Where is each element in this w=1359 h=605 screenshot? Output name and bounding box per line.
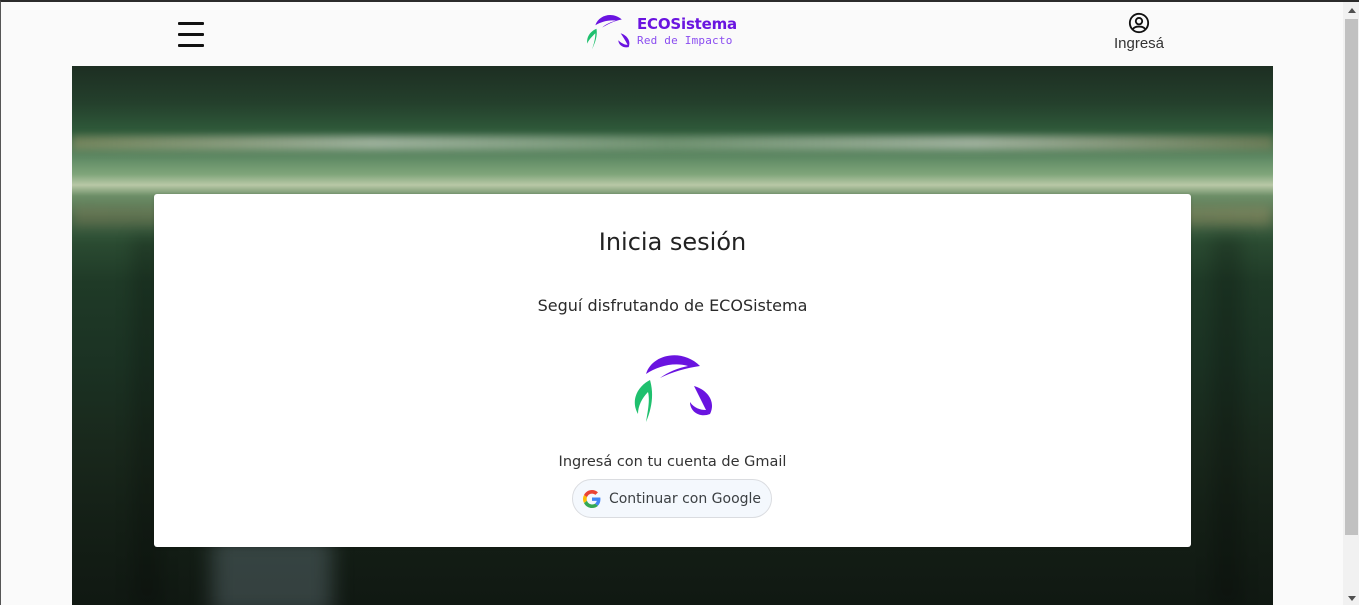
google-button-label: Continuar con Google	[608, 490, 762, 507]
scrollbar-thumb[interactable]	[1345, 19, 1358, 535]
google-signin-button[interactable]: Continuar con Google	[572, 479, 772, 518]
hero-shadow-streak	[1212, 236, 1242, 605]
hamburger-menu-icon[interactable]	[178, 20, 204, 48]
login-card: Inicia sesión Seguí disfrutando de ECOSi…	[154, 194, 1191, 547]
gmail-prompt: Ingresá con tu cuenta de Gmail	[558, 454, 787, 470]
brand-logo[interactable]: ECOSistema Red de Impacto	[585, 8, 737, 54]
logo-subtitle: Red de Impacto	[637, 33, 733, 47]
scroll-down-arrow-icon[interactable]	[1343, 590, 1359, 605]
login-label: Ingresá	[1113, 35, 1165, 52]
top-header: ECOSistema Red de Impacto Ingresá	[1, 2, 1343, 66]
scroll-up-arrow-icon[interactable]	[1343, 2, 1359, 19]
hero-light-band	[72, 136, 1273, 150]
card-subtitle: Seguí disfrutando de ECOSistema	[537, 296, 808, 315]
user-circle-icon	[1128, 12, 1150, 34]
recycle-leaves-icon	[587, 15, 630, 50]
vertical-scrollbar[interactable]	[1343, 2, 1359, 605]
page-title: Inicia sesión	[598, 228, 747, 256]
logo-title: ECOSistema	[637, 14, 737, 33]
login-link[interactable]: Ingresá	[1107, 12, 1171, 52]
google-g-icon	[582, 489, 601, 508]
recycle-leaves-icon	[634, 355, 713, 422]
